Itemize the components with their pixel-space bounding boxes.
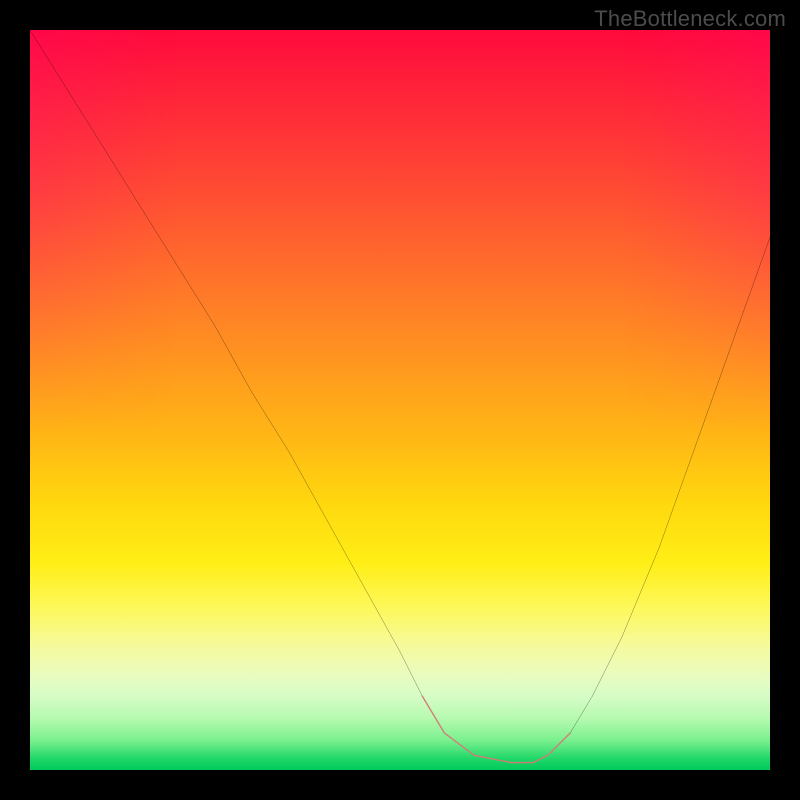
plot-area [30,30,770,770]
watermark-text: TheBottleneck.com [594,6,786,32]
flat-bottom-highlight [422,696,570,763]
chart-stage: TheBottleneck.com [0,0,800,800]
bottleneck-curve [30,30,770,763]
curve-layer [30,30,770,770]
